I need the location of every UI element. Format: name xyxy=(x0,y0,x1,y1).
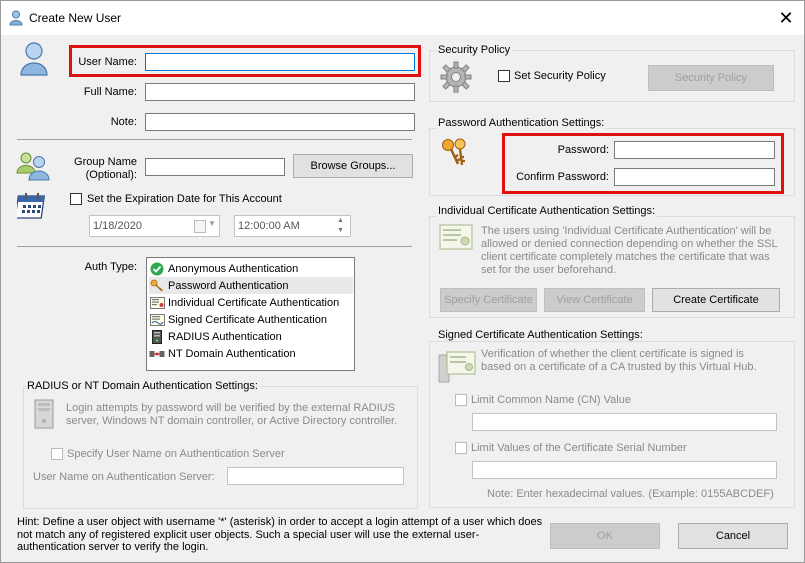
hint-text: Hint: Define a user object with username… xyxy=(17,516,543,553)
network-icon xyxy=(149,347,165,361)
certificate-icon xyxy=(149,296,165,310)
limit-cn-label: Limit Common Name (CN) Value xyxy=(471,394,631,406)
set-security-policy-label: Set Security Policy xyxy=(514,70,606,82)
auth-type-list[interactable]: Anonymous Authentication Password Authen… xyxy=(146,257,355,371)
individual-certificate-description: The users using 'Individual Certificate … xyxy=(481,225,778,276)
expiration-time-value: 12:00:00 AM xyxy=(238,220,300,232)
list-item-label: Anonymous Authentication xyxy=(168,262,299,275)
auth-type-label: Auth Type: xyxy=(84,261,137,273)
keys-icon xyxy=(149,279,165,293)
signed-certificate-icon xyxy=(438,351,476,383)
list-item-anonymous[interactable]: Anonymous Authentication xyxy=(149,260,353,277)
confirm-password-label: Confirm Password: xyxy=(516,171,609,183)
window-title: Create New User xyxy=(29,11,122,25)
spin-up-icon[interactable]: ▲ xyxy=(337,216,344,226)
user-name-label: User Name: xyxy=(78,56,137,68)
check-circle-icon xyxy=(149,262,165,276)
group-name-input[interactable] xyxy=(145,158,285,176)
title-bar: Create New User ✕ xyxy=(1,1,804,35)
password-input[interactable] xyxy=(614,141,775,159)
limit-cn-input[interactable] xyxy=(472,413,777,431)
specify-certificate-button[interactable]: Specify Certificate xyxy=(440,288,537,312)
signed-certificate-description: Verification of whether the client certi… xyxy=(481,348,757,373)
spin-down-icon[interactable]: ▼ xyxy=(337,226,344,236)
expiration-date-value: 1/18/2020 xyxy=(93,220,142,232)
radius-description: Login attempts by password will be verif… xyxy=(66,402,398,427)
list-item-password[interactable]: Password Authentication xyxy=(149,277,353,294)
close-button[interactable]: ✕ xyxy=(774,7,798,29)
expiration-time-picker[interactable]: 12:00:00 AM ▲ ▼ xyxy=(234,215,351,237)
user-large-icon xyxy=(20,42,48,76)
list-item-individual-certificate[interactable]: Individual Certificate Authentication xyxy=(149,294,353,311)
separator xyxy=(17,139,412,140)
server-icon xyxy=(34,399,54,429)
note-input[interactable] xyxy=(145,113,415,131)
list-item-label: RADIUS Authentication xyxy=(168,330,282,343)
password-settings-title: Password Authentication Settings: xyxy=(436,117,607,129)
security-policy-title: Security Policy xyxy=(436,44,513,56)
limit-cn-checkbox[interactable] xyxy=(455,394,467,406)
cancel-button[interactable]: Cancel xyxy=(678,523,788,549)
specify-server-user-label: Specify User Name on Authentication Serv… xyxy=(67,448,285,460)
view-certificate-button[interactable]: View Certificate xyxy=(544,288,645,312)
browse-groups-button[interactable]: Browse Groups... xyxy=(293,154,413,178)
server-user-label: User Name on Authentication Server: xyxy=(33,471,215,483)
expiration-date-picker[interactable]: 1/18/2020 ▼ xyxy=(89,215,220,237)
individual-certificate-title: Individual Certificate Authentication Se… xyxy=(436,205,658,217)
keys-icon xyxy=(442,138,466,166)
limit-serial-checkbox[interactable] xyxy=(455,442,467,454)
user-name-input[interactable] xyxy=(145,53,415,71)
note-label: Note: xyxy=(110,116,137,128)
serial-note: Note: Enter hexadecimal values. (Example… xyxy=(487,488,774,500)
gear-icon xyxy=(440,61,472,93)
certificate-icon xyxy=(439,224,473,250)
expiration-checkbox[interactable] xyxy=(70,193,82,205)
ok-button[interactable]: OK xyxy=(550,523,660,549)
full-name-label: Full Name: xyxy=(83,86,137,98)
password-label: Password: xyxy=(557,144,609,156)
list-item-signed-certificate[interactable]: Signed Certificate Authentication xyxy=(149,311,353,328)
full-name-input[interactable] xyxy=(145,83,415,101)
create-certificate-button[interactable]: Create Certificate xyxy=(652,288,780,312)
list-item-radius[interactable]: RADIUS Authentication xyxy=(149,328,353,345)
create-new-user-dialog: Create New User ✕ User Name: Full Name: … xyxy=(0,0,805,563)
radius-settings-title: RADIUS or NT Domain Authentication Setti… xyxy=(25,380,260,392)
security-policy-button[interactable]: Security Policy xyxy=(648,65,774,91)
calendar-icon xyxy=(17,193,46,219)
specify-server-user-checkbox[interactable] xyxy=(51,448,63,460)
list-item-nt-domain[interactable]: NT Domain Authentication xyxy=(149,345,353,362)
server-icon xyxy=(149,329,165,344)
user-icon xyxy=(9,10,23,26)
calendar-button-icon xyxy=(194,220,206,233)
chevron-down-icon: ▼ xyxy=(208,219,216,228)
server-user-input[interactable] xyxy=(227,467,404,485)
separator xyxy=(17,246,412,247)
list-item-label: Individual Certificate Authentication xyxy=(168,296,340,309)
list-item-label: Password Authentication xyxy=(168,279,289,292)
list-item-label: Signed Certificate Authentication xyxy=(168,313,327,326)
list-item-label: NT Domain Authentication xyxy=(168,347,296,360)
group-users-icon xyxy=(16,152,50,181)
confirm-password-input[interactable] xyxy=(614,168,775,186)
group-name-optional-label: (Optional): xyxy=(85,169,137,181)
signed-certificate-icon xyxy=(149,313,165,327)
set-security-policy-checkbox[interactable] xyxy=(498,70,510,82)
limit-serial-input[interactable] xyxy=(472,461,777,479)
signed-certificate-title: Signed Certificate Authentication Settin… xyxy=(436,329,645,341)
expiration-label: Set the Expiration Date for This Account xyxy=(87,193,282,205)
limit-serial-label: Limit Values of the Certificate Serial N… xyxy=(471,442,687,454)
group-name-label: Group Name xyxy=(74,156,137,168)
